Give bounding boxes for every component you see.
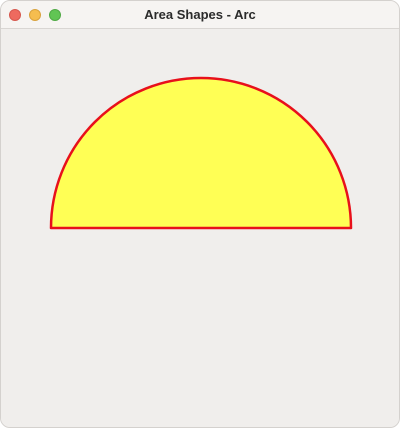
shape-canvas: [49, 76, 353, 230]
close-icon[interactable]: [9, 9, 21, 21]
drawing-area: [1, 29, 399, 427]
title-bar[interactable]: Area Shapes - Arc: [1, 1, 399, 29]
app-window: Area Shapes - Arc: [0, 0, 400, 428]
zoom-icon[interactable]: [49, 9, 61, 21]
minimize-icon[interactable]: [29, 9, 41, 21]
arc-shape: [49, 76, 353, 230]
